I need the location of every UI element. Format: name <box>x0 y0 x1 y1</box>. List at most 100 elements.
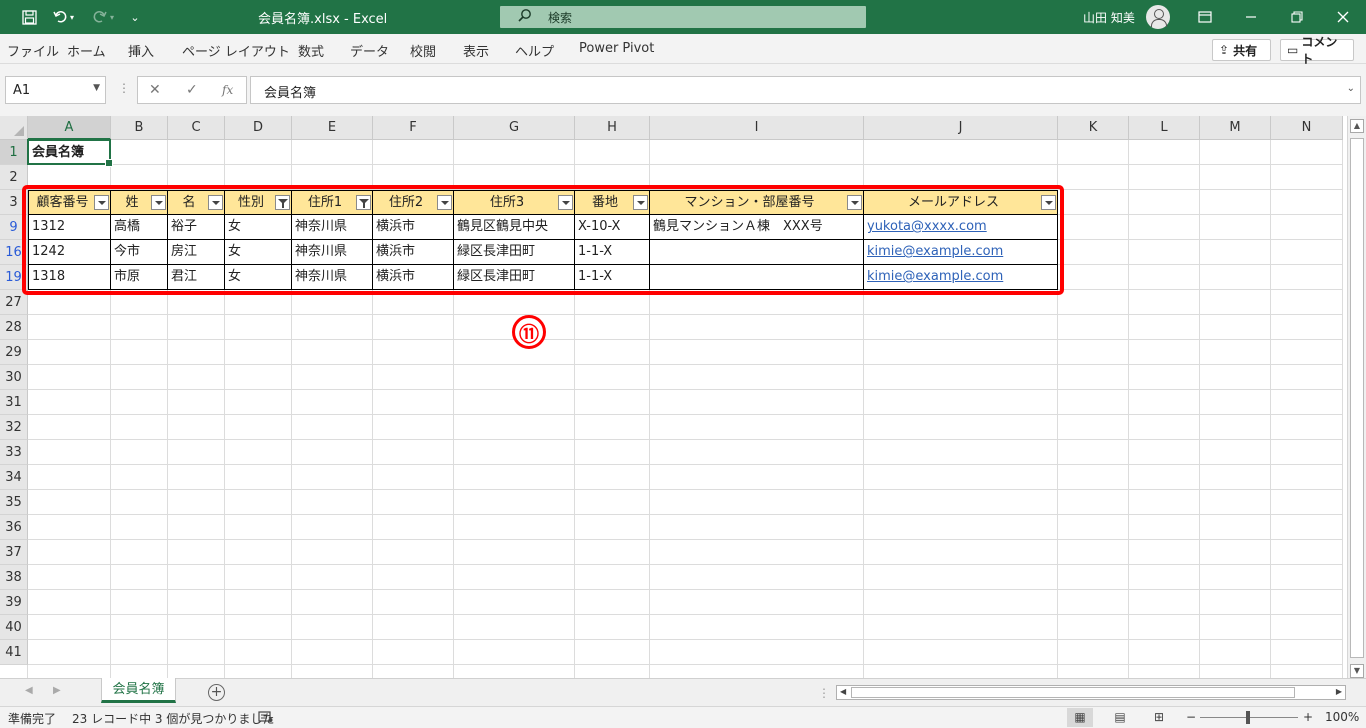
worksheet-grid[interactable]: A B C D E F G H I J K L M N 1 2 3 9 16 19 27 28 29 30 31 32 33 34 35… <box>0 116 1366 678</box>
close-icon[interactable] <box>1320 0 1366 34</box>
page-break-view-icon[interactable]: ⊞ <box>1146 708 1172 727</box>
column-header-d[interactable]: D <box>225 116 292 140</box>
row-header-39[interactable]: 39 <box>0 590 28 615</box>
row-header-38[interactable]: 38 <box>0 565 28 590</box>
normal-view-icon[interactable]: ▦ <box>1067 708 1093 727</box>
scroll-up-icon[interactable]: ▲ <box>1350 119 1364 133</box>
expand-formula-icon[interactable]: ⌄ <box>1347 83 1355 94</box>
column-header-m[interactable]: M <box>1200 116 1271 140</box>
gridline-horizontal <box>28 589 1343 590</box>
gridline-vertical <box>1199 140 1200 678</box>
gridline-horizontal <box>28 564 1343 565</box>
gridline-horizontal <box>28 339 1343 340</box>
tab-file[interactable]: ファイル <box>7 41 59 60</box>
column-header-n[interactable]: N <box>1271 116 1343 140</box>
minimize-icon[interactable] <box>1228 0 1274 34</box>
share-icon: ⇪ <box>1219 43 1230 57</box>
next-sheet-icon[interactable]: ▶ <box>53 685 61 696</box>
gridline-horizontal <box>28 414 1343 415</box>
more-options-icon[interactable]: ⋮ <box>118 81 130 95</box>
comment-button[interactable]: ▭ コメント <box>1280 35 1354 66</box>
comment-icon: ▭ <box>1287 43 1299 57</box>
tab-formulas[interactable]: 数式 <box>298 41 324 60</box>
column-header-j[interactable]: J <box>864 116 1058 140</box>
row-header-30[interactable]: 30 <box>0 365 28 390</box>
column-header-f[interactable]: F <box>373 116 454 140</box>
column-header-a[interactable]: A <box>28 116 111 140</box>
column-header-e[interactable]: E <box>292 116 373 140</box>
tab-data[interactable]: データ <box>350 41 389 60</box>
vertical-scroll-thumb[interactable] <box>1350 138 1364 658</box>
tab-help[interactable]: ヘルプ <box>515 41 554 60</box>
tab-review[interactable]: 校閲 <box>410 41 436 60</box>
row-header-41[interactable]: 41 <box>0 640 28 665</box>
window-title: 会員名簿.xlsx - Excel <box>258 12 388 27</box>
gridline-vertical <box>1342 140 1343 678</box>
tab-insert[interactable]: 挿入 <box>128 41 154 60</box>
search-box[interactable]: 検索 <box>500 6 866 28</box>
column-header-k[interactable]: K <box>1058 116 1129 140</box>
tab-view[interactable]: 表示 <box>463 41 489 60</box>
scroll-right-icon[interactable]: ▶ <box>1336 687 1342 696</box>
ribbon-display-options-icon[interactable] <box>1182 0 1228 34</box>
zoom-in-icon[interactable]: + <box>1303 710 1313 724</box>
gridline-horizontal <box>28 614 1343 615</box>
sheet-tab-members[interactable]: 会員名簿 <box>101 678 176 703</box>
column-header-i[interactable]: I <box>650 116 864 140</box>
column-header-c[interactable]: C <box>168 116 225 140</box>
tab-power-pivot[interactable]: Power Pivot <box>579 41 654 56</box>
tab-splitter-icon[interactable]: ⋮ <box>818 686 830 700</box>
enter-icon[interactable]: ✓ <box>186 82 198 98</box>
row-header-29[interactable]: 29 <box>0 340 28 365</box>
avatar[interactable] <box>1146 5 1170 29</box>
gridline-horizontal <box>28 464 1343 465</box>
scroll-down-icon[interactable]: ▼ <box>1350 664 1364 678</box>
share-button[interactable]: ⇪ 共有 <box>1212 39 1271 61</box>
gridline-horizontal <box>28 489 1343 490</box>
row-header-36[interactable]: 36 <box>0 515 28 540</box>
cancel-icon[interactable]: ✕ <box>149 82 161 98</box>
row-header-32[interactable]: 32 <box>0 415 28 440</box>
row-header-33[interactable]: 33 <box>0 440 28 465</box>
scroll-left-icon[interactable]: ◀ <box>840 687 846 696</box>
zoom-out-icon[interactable]: − <box>1186 710 1196 724</box>
column-header-l[interactable]: L <box>1129 116 1200 140</box>
column-header-g[interactable]: G <box>454 116 575 140</box>
search-icon <box>518 8 532 26</box>
add-sheet-icon[interactable]: + <box>208 684 225 701</box>
row-header-28[interactable]: 28 <box>0 315 28 340</box>
customize-toolbar-icon[interactable]: ⌄ <box>122 0 148 34</box>
row-header-35[interactable]: 35 <box>0 490 28 515</box>
vertical-scrollbar[interactable]: ▲ ▼ <box>1347 116 1366 678</box>
row-header-37[interactable]: 37 <box>0 540 28 565</box>
select-all-button[interactable] <box>0 116 28 140</box>
save-icon[interactable] <box>16 0 42 34</box>
user-name[interactable]: 山田 知美 <box>1083 9 1135 26</box>
row-header-34[interactable]: 34 <box>0 465 28 490</box>
formula-bar: A1 ▼ ⋮ ✕ ✓ fx 会員名簿 ⌄ <box>0 64 1366 116</box>
redo-dropdown-icon[interactable]: ▾ <box>106 0 118 34</box>
page-layout-view-icon[interactable]: ▤ <box>1107 708 1133 727</box>
insert-function-icon[interactable]: fx <box>222 83 233 97</box>
tab-home[interactable]: ホーム <box>67 41 106 60</box>
undo-dropdown-icon[interactable]: ▾ <box>66 0 78 34</box>
column-header-h[interactable]: H <box>575 116 650 140</box>
formula-buttons: ✕ ✓ fx <box>137 76 247 104</box>
horizontal-scroll-thumb[interactable] <box>851 687 1295 698</box>
formula-input[interactable]: 会員名簿 ⌄ <box>250 76 1361 104</box>
zoom-level[interactable]: 100% <box>1325 710 1359 724</box>
zoom-slider-thumb[interactable] <box>1246 711 1250 724</box>
row-header-1[interactable]: 1 <box>0 140 28 165</box>
horizontal-scrollbar[interactable]: ◀ ▶ <box>836 685 1346 700</box>
chevron-down-icon[interactable]: ▼ <box>93 83 100 93</box>
row-header-40[interactable]: 40 <box>0 615 28 640</box>
column-header-b[interactable]: B <box>111 116 168 140</box>
row-header-31[interactable]: 31 <box>0 390 28 415</box>
name-box[interactable]: A1 ▼ <box>5 76 106 104</box>
gridline-horizontal <box>28 664 1343 665</box>
prev-sheet-icon[interactable]: ◀ <box>25 685 33 696</box>
tab-page-layout[interactable]: ページ レイアウト <box>182 41 290 60</box>
macro-record-icon[interactable] <box>258 710 273 726</box>
sheet-tab-bar: ◀ ▶ 会員名簿 + ⋮ ◀ ▶ <box>0 678 1366 706</box>
restore-icon[interactable] <box>1274 0 1320 34</box>
